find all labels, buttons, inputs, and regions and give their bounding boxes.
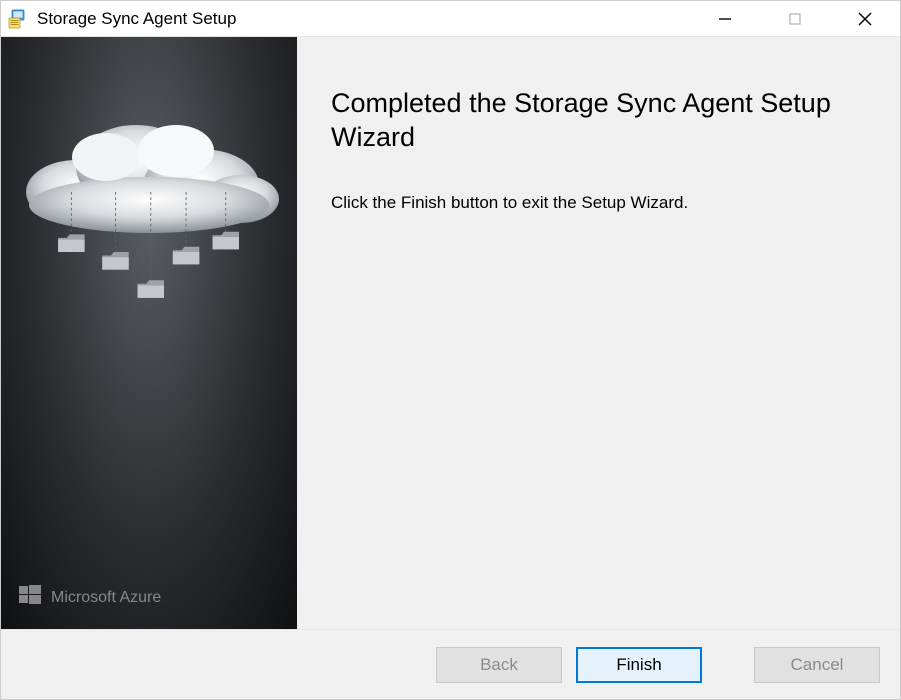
page-heading: Completed the Storage Sync Agent Setup W… (331, 87, 866, 155)
windows-logo-icon (19, 584, 41, 611)
close-button[interactable] (830, 1, 900, 36)
wizard-banner-image: Microsoft Azure (1, 37, 297, 629)
window-title: Storage Sync Agent Setup (37, 9, 690, 29)
installer-window: Storage Sync Agent Setup (0, 0, 901, 700)
folders-icon (16, 192, 282, 342)
finish-button[interactable]: Finish (576, 647, 702, 683)
azure-brand: Microsoft Azure (19, 584, 161, 611)
wizard-footer: Back Finish Cancel (1, 629, 900, 699)
window-controls (690, 1, 900, 36)
content-area: Microsoft Azure Completed the Storage Sy… (1, 37, 900, 629)
main-panel: Completed the Storage Sync Agent Setup W… (297, 37, 900, 629)
page-body-text: Click the Finish button to exit the Setu… (331, 193, 866, 213)
titlebar: Storage Sync Agent Setup (1, 1, 900, 37)
azure-brand-label: Microsoft Azure (51, 589, 161, 607)
cancel-button: Cancel (754, 647, 880, 683)
back-button: Back (436, 647, 562, 683)
installer-icon (7, 8, 29, 30)
minimize-button[interactable] (690, 1, 760, 36)
maximize-button (760, 1, 830, 36)
